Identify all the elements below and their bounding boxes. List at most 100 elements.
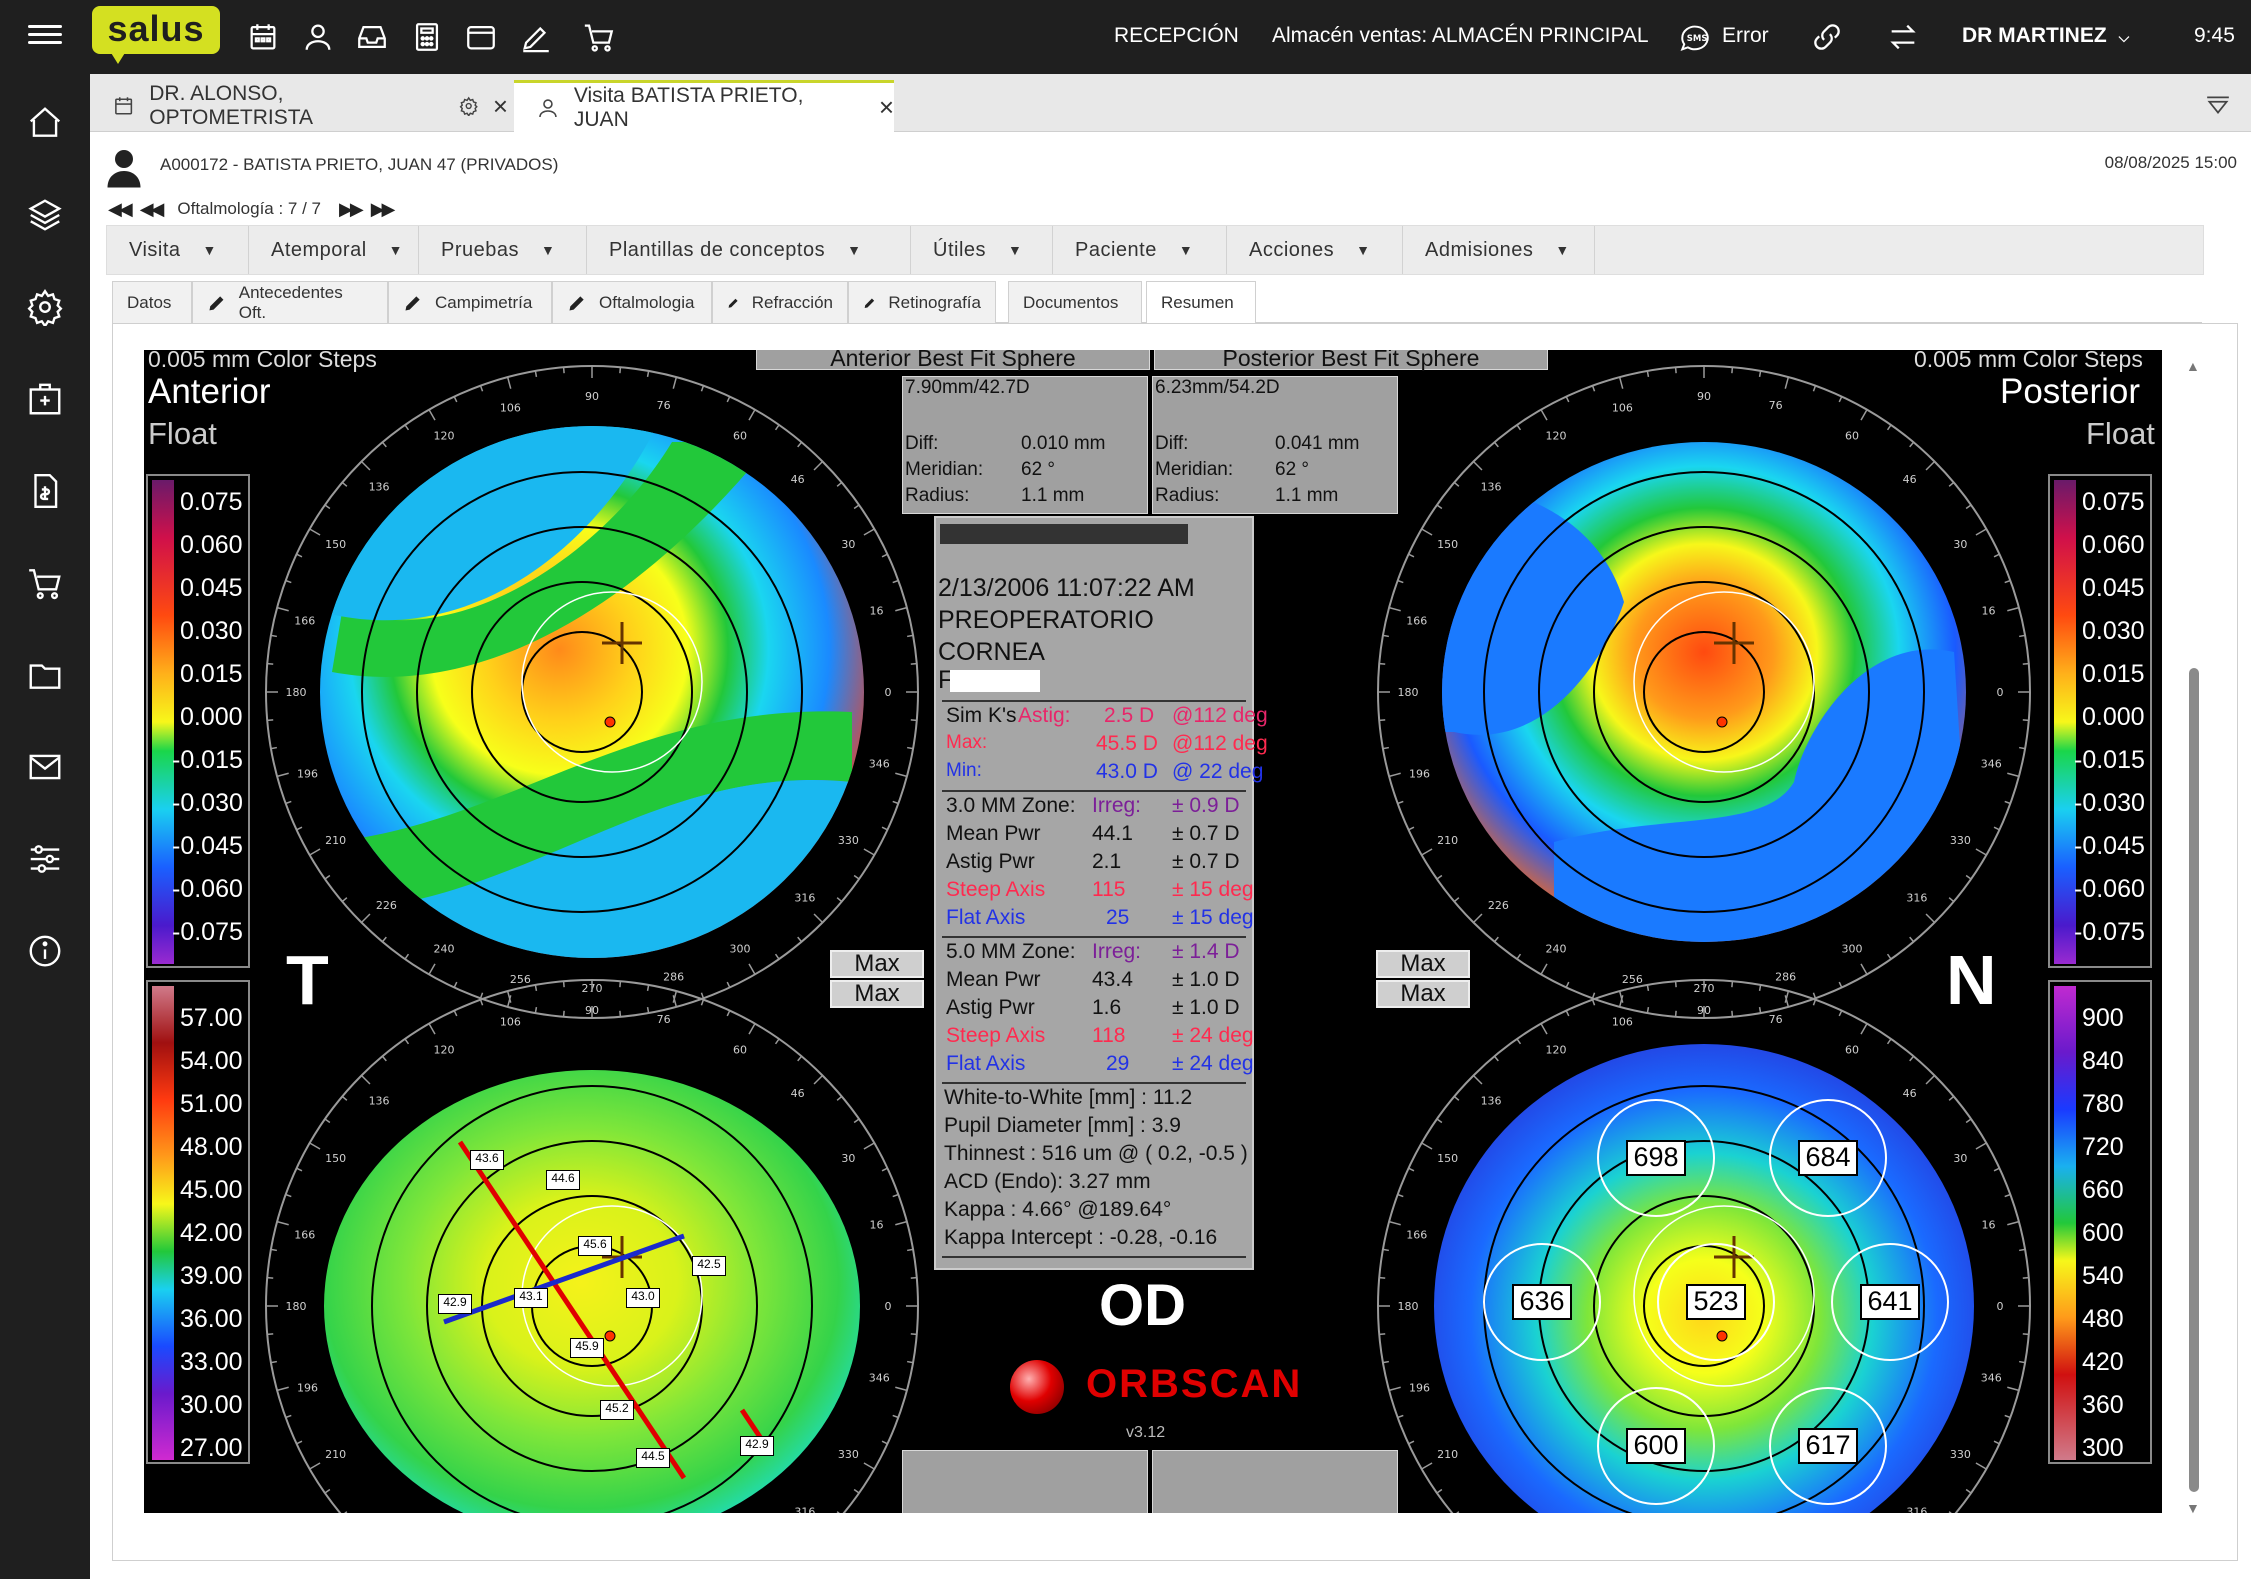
tab-datos[interactable]: Datos [112,281,192,323]
tick [2004,1193,2011,1198]
folder-icon[interactable] [26,656,64,694]
home-icon[interactable] [26,104,64,142]
scale-label: 0.015 [180,660,243,688]
anterior-diff: 0.010 mm [1021,433,1106,454]
warehouse-label[interactable]: Almacén ventas: ALMACÉN PRINCIPAL [1272,24,1649,48]
ring-label: 0 [885,686,892,699]
menu-plantillas[interactable]: Plantillas de conceptos ▼ [587,226,911,274]
max-button[interactable]: Max [830,950,924,978]
user-icon[interactable] [301,20,335,54]
scale-label: 780 [2082,1090,2124,1118]
tab-antecedentes[interactable]: Antecedentes Oft. [192,281,388,323]
wallet-icon[interactable] [464,20,498,54]
sms-status[interactable]: Error [1722,24,1769,48]
tab-optometrist[interactable]: DR. ALONSO, OPTOMETRISTA × [90,80,508,132]
tick [2004,800,2011,805]
tick [1731,1010,1734,1017]
scroll-up-icon[interactable]: ▲ [2186,358,2200,374]
invoice-icon[interactable] [26,472,64,510]
tick [881,826,888,831]
ring-label: 316 [1906,1506,1927,1513]
redacted-name-bar [940,524,1188,544]
tick [1493,441,1499,448]
menu-paciente[interactable]: Paciente ▼ [1053,226,1227,274]
tab-resumen[interactable]: Resumen [1146,281,1256,324]
menu-visita[interactable]: Visita ▼ [107,226,249,274]
tick [1965,874,1972,880]
cart-icon[interactable] [582,20,616,54]
salus-logo[interactable]: salus [92,6,220,64]
ring-label: 240 [1546,942,1567,955]
tick [2007,772,2020,778]
posterior-float-map: 106 90 76 120 60 136 46 150 30 166 16 180 0 196 346 210… [1377,365,2031,1019]
tick [2004,579,2011,584]
user-menu[interactable]: DR MARTINEZ ⌵ [1962,24,2129,48]
menu-atemporal[interactable]: Atemporal ▼ [249,226,419,274]
max-button[interactable]: Max [1376,980,1470,1008]
ring-label: 256 [1622,973,1643,986]
tick [1388,1220,1401,1226]
hamburger-menu-icon[interactable] [28,20,62,50]
tick [853,874,860,880]
scroll-down-icon[interactable]: ▼ [2186,1500,2200,1516]
layers-icon[interactable] [26,196,64,234]
tick [453,396,458,403]
kmap-value: 45.2 [600,1400,634,1420]
menu-admisiones[interactable]: Admisiones ▼ [1403,226,1595,274]
max-button[interactable]: Max [830,980,924,1008]
inbox-icon[interactable] [355,20,389,54]
previous-record-icon[interactable]: ◀◀ [140,199,165,220]
last-record-icon[interactable]: ▶▶ [371,199,396,220]
calendar-icon[interactable] [246,20,280,54]
settings-icon[interactable] [26,288,64,329]
user-name: DR MARTINEZ [1962,24,2107,47]
max-button[interactable]: Max [1376,950,1470,978]
ring-label: 196 [1409,1382,1430,1395]
tick [360,460,371,471]
close-icon[interactable]: × [879,92,894,123]
tab-visit[interactable]: Visita BATISTA PRIETO, JUAN × [514,80,894,132]
shopping-cart-icon[interactable] [26,564,64,602]
vertical-scrollbar[interactable]: ▲ ▼ [2182,358,2204,1516]
tab-documentos[interactable]: Documentos [1008,281,1142,323]
menu-pruebas[interactable]: Pruebas ▼ [419,226,587,274]
tick [1975,528,1987,536]
signature-icon[interactable] [519,20,553,54]
calculator-icon[interactable] [410,20,444,54]
swap-icon[interactable] [1886,20,1920,54]
tab-oftalmologia[interactable]: Oftalmologia [552,281,712,323]
scroll-thumb[interactable] [2189,668,2199,1492]
tabs-overflow-icon[interactable] [2205,94,2231,116]
tick [700,992,705,999]
sms-icon[interactable]: SMS [1678,21,1712,55]
mail-icon[interactable] [26,748,64,786]
tick [360,1074,371,1085]
pachy-top-right: 684 [1798,1140,1858,1176]
ring-label: 196 [297,768,318,781]
close-icon[interactable]: × [493,91,508,122]
zone5-steep-err: ± 24 deg [1172,1024,1254,1047]
tick [1453,897,1460,903]
visit-datetime: 08/08/2025 15:00 [2104,153,2237,172]
info-icon[interactable] [26,932,64,970]
menu-acciones[interactable]: Acciones ▼ [1227,226,1403,274]
tab-campimetria[interactable]: Campimetría [388,281,552,323]
ring-label: 30 [841,538,855,551]
next-record-icon[interactable]: ▶▶ [339,199,364,220]
link-icon[interactable] [1810,20,1844,54]
tab-refraccion[interactable]: Refracción [712,281,848,323]
menu-utiles[interactable]: Útiles ▼ [911,226,1053,274]
gear-icon[interactable] [459,96,479,116]
sliders-icon[interactable] [26,840,64,878]
tab-retinografia[interactable]: Retinografía [848,281,996,323]
scale-label: 30.00 [180,1391,243,1419]
first-record-icon[interactable]: ◀◀ [108,199,133,220]
divider [942,790,1246,792]
kmap-value: 44.6 [546,1170,580,1190]
ring-label: 76 [657,399,671,412]
posterior-bottom-box [1152,1450,1398,1513]
reception-label[interactable]: RECEPCIÓN [1114,24,1239,48]
hospital-icon[interactable] [26,380,64,418]
section-tabs: Datos Antecedentes Oft. Campimetría Ofta… [112,281,2202,324]
scale-label: 0.000 [2082,703,2145,731]
